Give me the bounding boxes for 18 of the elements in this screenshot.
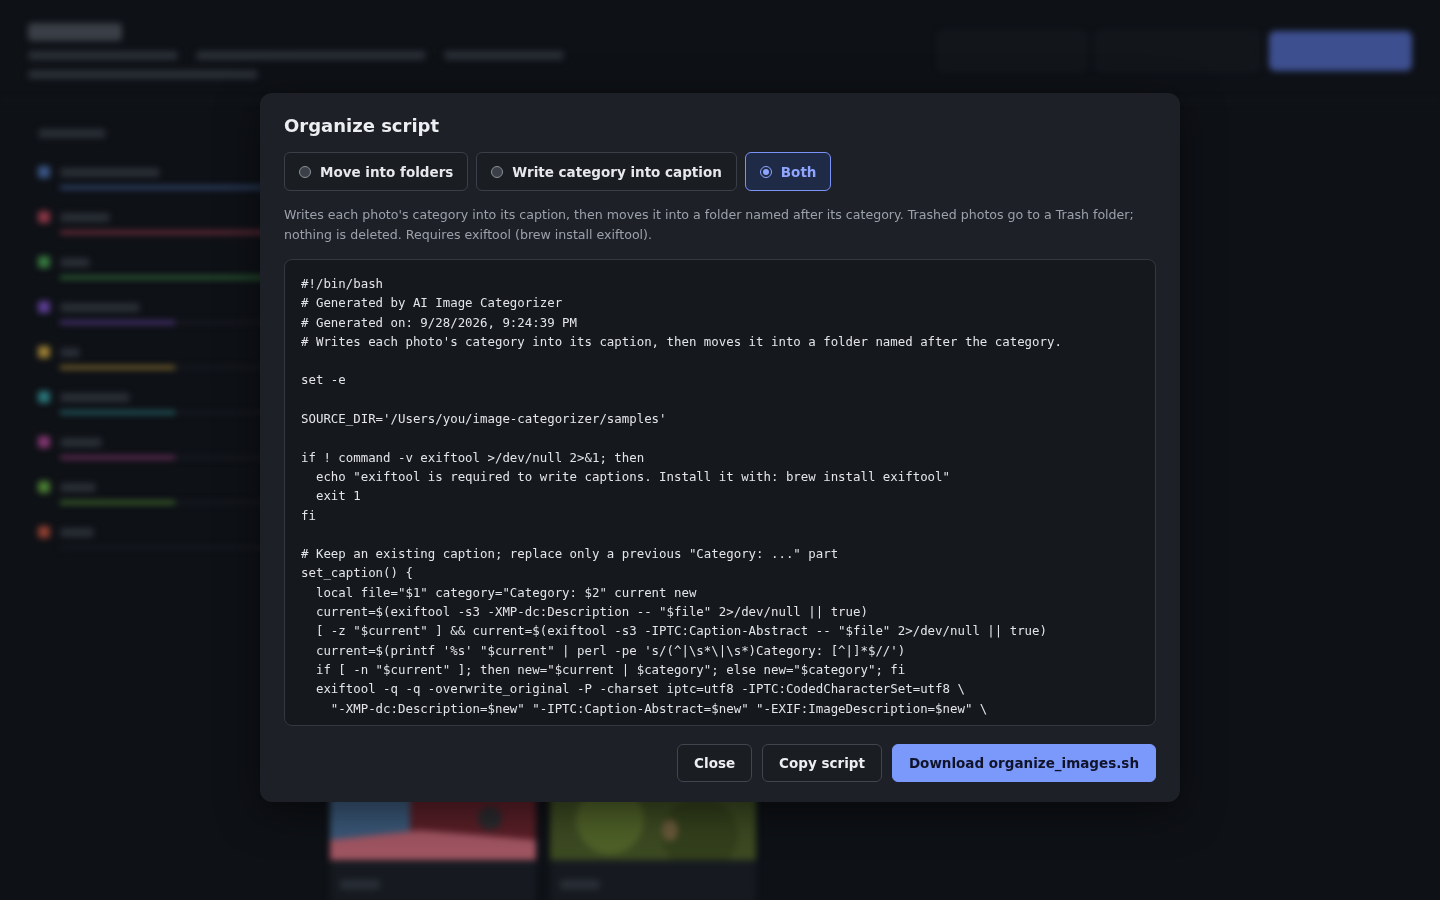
dialog-button[interactable]: Download organize_images.sh: [891, 744, 1156, 782]
blurred-text: [60, 212, 110, 222]
dialog-button[interactable]: Copy script: [762, 744, 882, 782]
blurred-text: [60, 347, 80, 357]
blurred-text: [60, 527, 94, 537]
blurred-text: [60, 482, 96, 492]
blurred-text: [60, 437, 102, 447]
script-preview: #!/bin/bash # Generated by AI Image Categorizer # Generated on: 9/28/2026, 9:24:39 PM # Writes each photo's category into its caption, then moves it into a folder named after the category. set -e SOURCE_DIR='/Users/you/image-categorizer/samples' if ! command -v exiftool >/dev/null 2>&1; then echo "exiftool is required to write captions. Install it with: brew install exiftool" exit 1 fi # Keep an existing caption; replace only a previous "Category: ..." part set_caption() { local file="$1" category="Category: $2" current new current=$(exiftool -s3 -XMP-dc:Description -- "$file" 2>/dev/null || true) [ -z "$current" ] && current=$(exiftool -s3 -IPTC:Caption-Abstract -- "$file" 2>/dev/null || true) current=$(printf '%s' "$current" | perl -pe 's/(^|\s*\|\s*)Category: [^|]*$//') if [ -n "$current" ]; then new="$current | $category"; else new="$category"; fi exiftool -q -q -overwrite_original -P -charset iptc=utf8 -IPTC:CodedCharacterSet=utf8 \ "-XMP-dc:Description=$new" "-IPTC:Caption-Abstract=$new" "-EXIF:ImageDescription=$new" \: [284, 259, 1156, 726]
mode-option[interactable]: Both: [744, 152, 832, 191]
dialog-title: Organize script: [284, 115, 441, 136]
blurred-text: [60, 392, 130, 402]
mode-option[interactable]: Write category into caption: [476, 152, 737, 191]
dialog-button[interactable]: Close: [677, 744, 753, 782]
mode-option[interactable]: Move into folders: [284, 152, 469, 191]
blurred-button[interactable]: [1269, 31, 1412, 71]
blurred-text: [38, 129, 106, 138]
blurred-text: [60, 257, 90, 267]
mode-description: Writes each photo's category into its caption, then moves it into a folder named after its category. Trashed photos go to a Trash folder; nothing is deleted. Requires exiftool (brew install exiftool).: [284, 206, 1135, 244]
